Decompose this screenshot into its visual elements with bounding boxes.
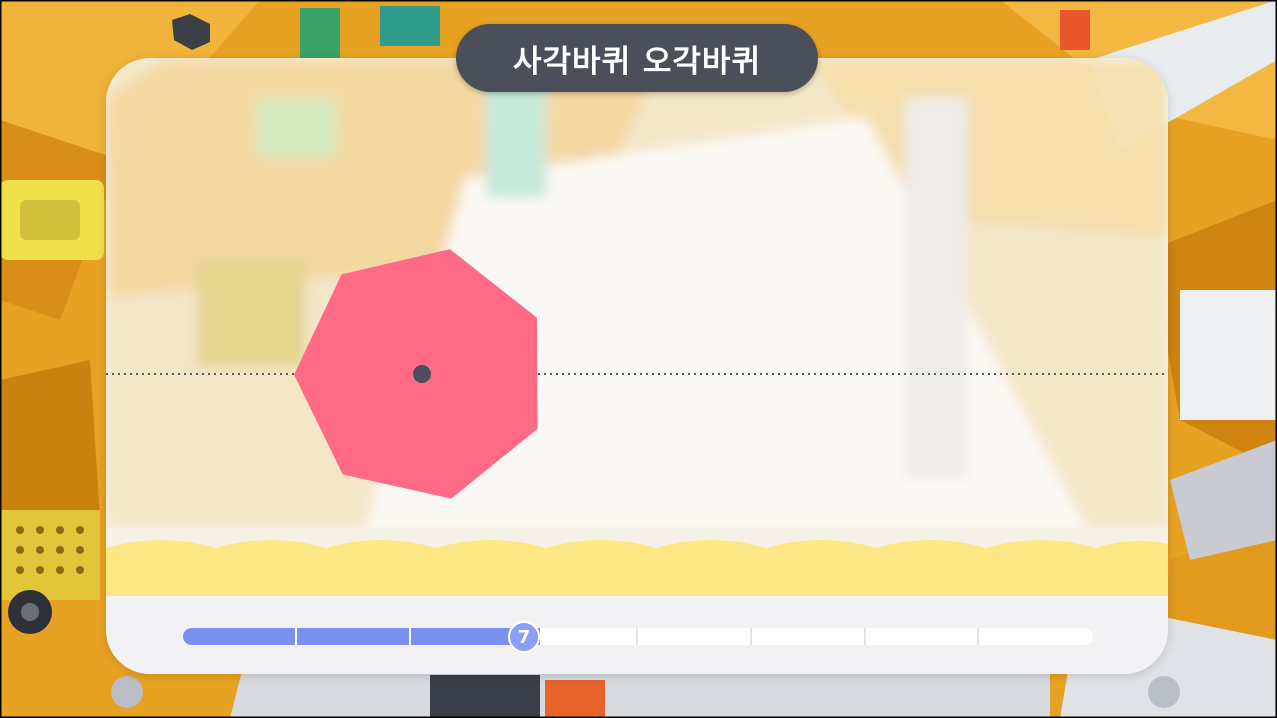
progress-segment	[296, 628, 411, 645]
progress-segment	[183, 628, 297, 645]
progress-segment	[638, 628, 752, 645]
progress-segment	[524, 628, 638, 645]
wheel-axle-dot	[413, 365, 431, 383]
ground-strip	[106, 540, 1168, 596]
progress-segment	[752, 628, 866, 645]
step-progress-knob[interactable]: 7	[508, 621, 540, 653]
progress-segment	[866, 628, 980, 645]
game-title: 사각바퀴 오각바퀴	[456, 24, 818, 92]
step-progress-track[interactable]	[183, 628, 1093, 645]
wheel-stage	[106, 249, 1168, 499]
progress-segment	[979, 628, 1093, 645]
game-card	[106, 58, 1168, 674]
